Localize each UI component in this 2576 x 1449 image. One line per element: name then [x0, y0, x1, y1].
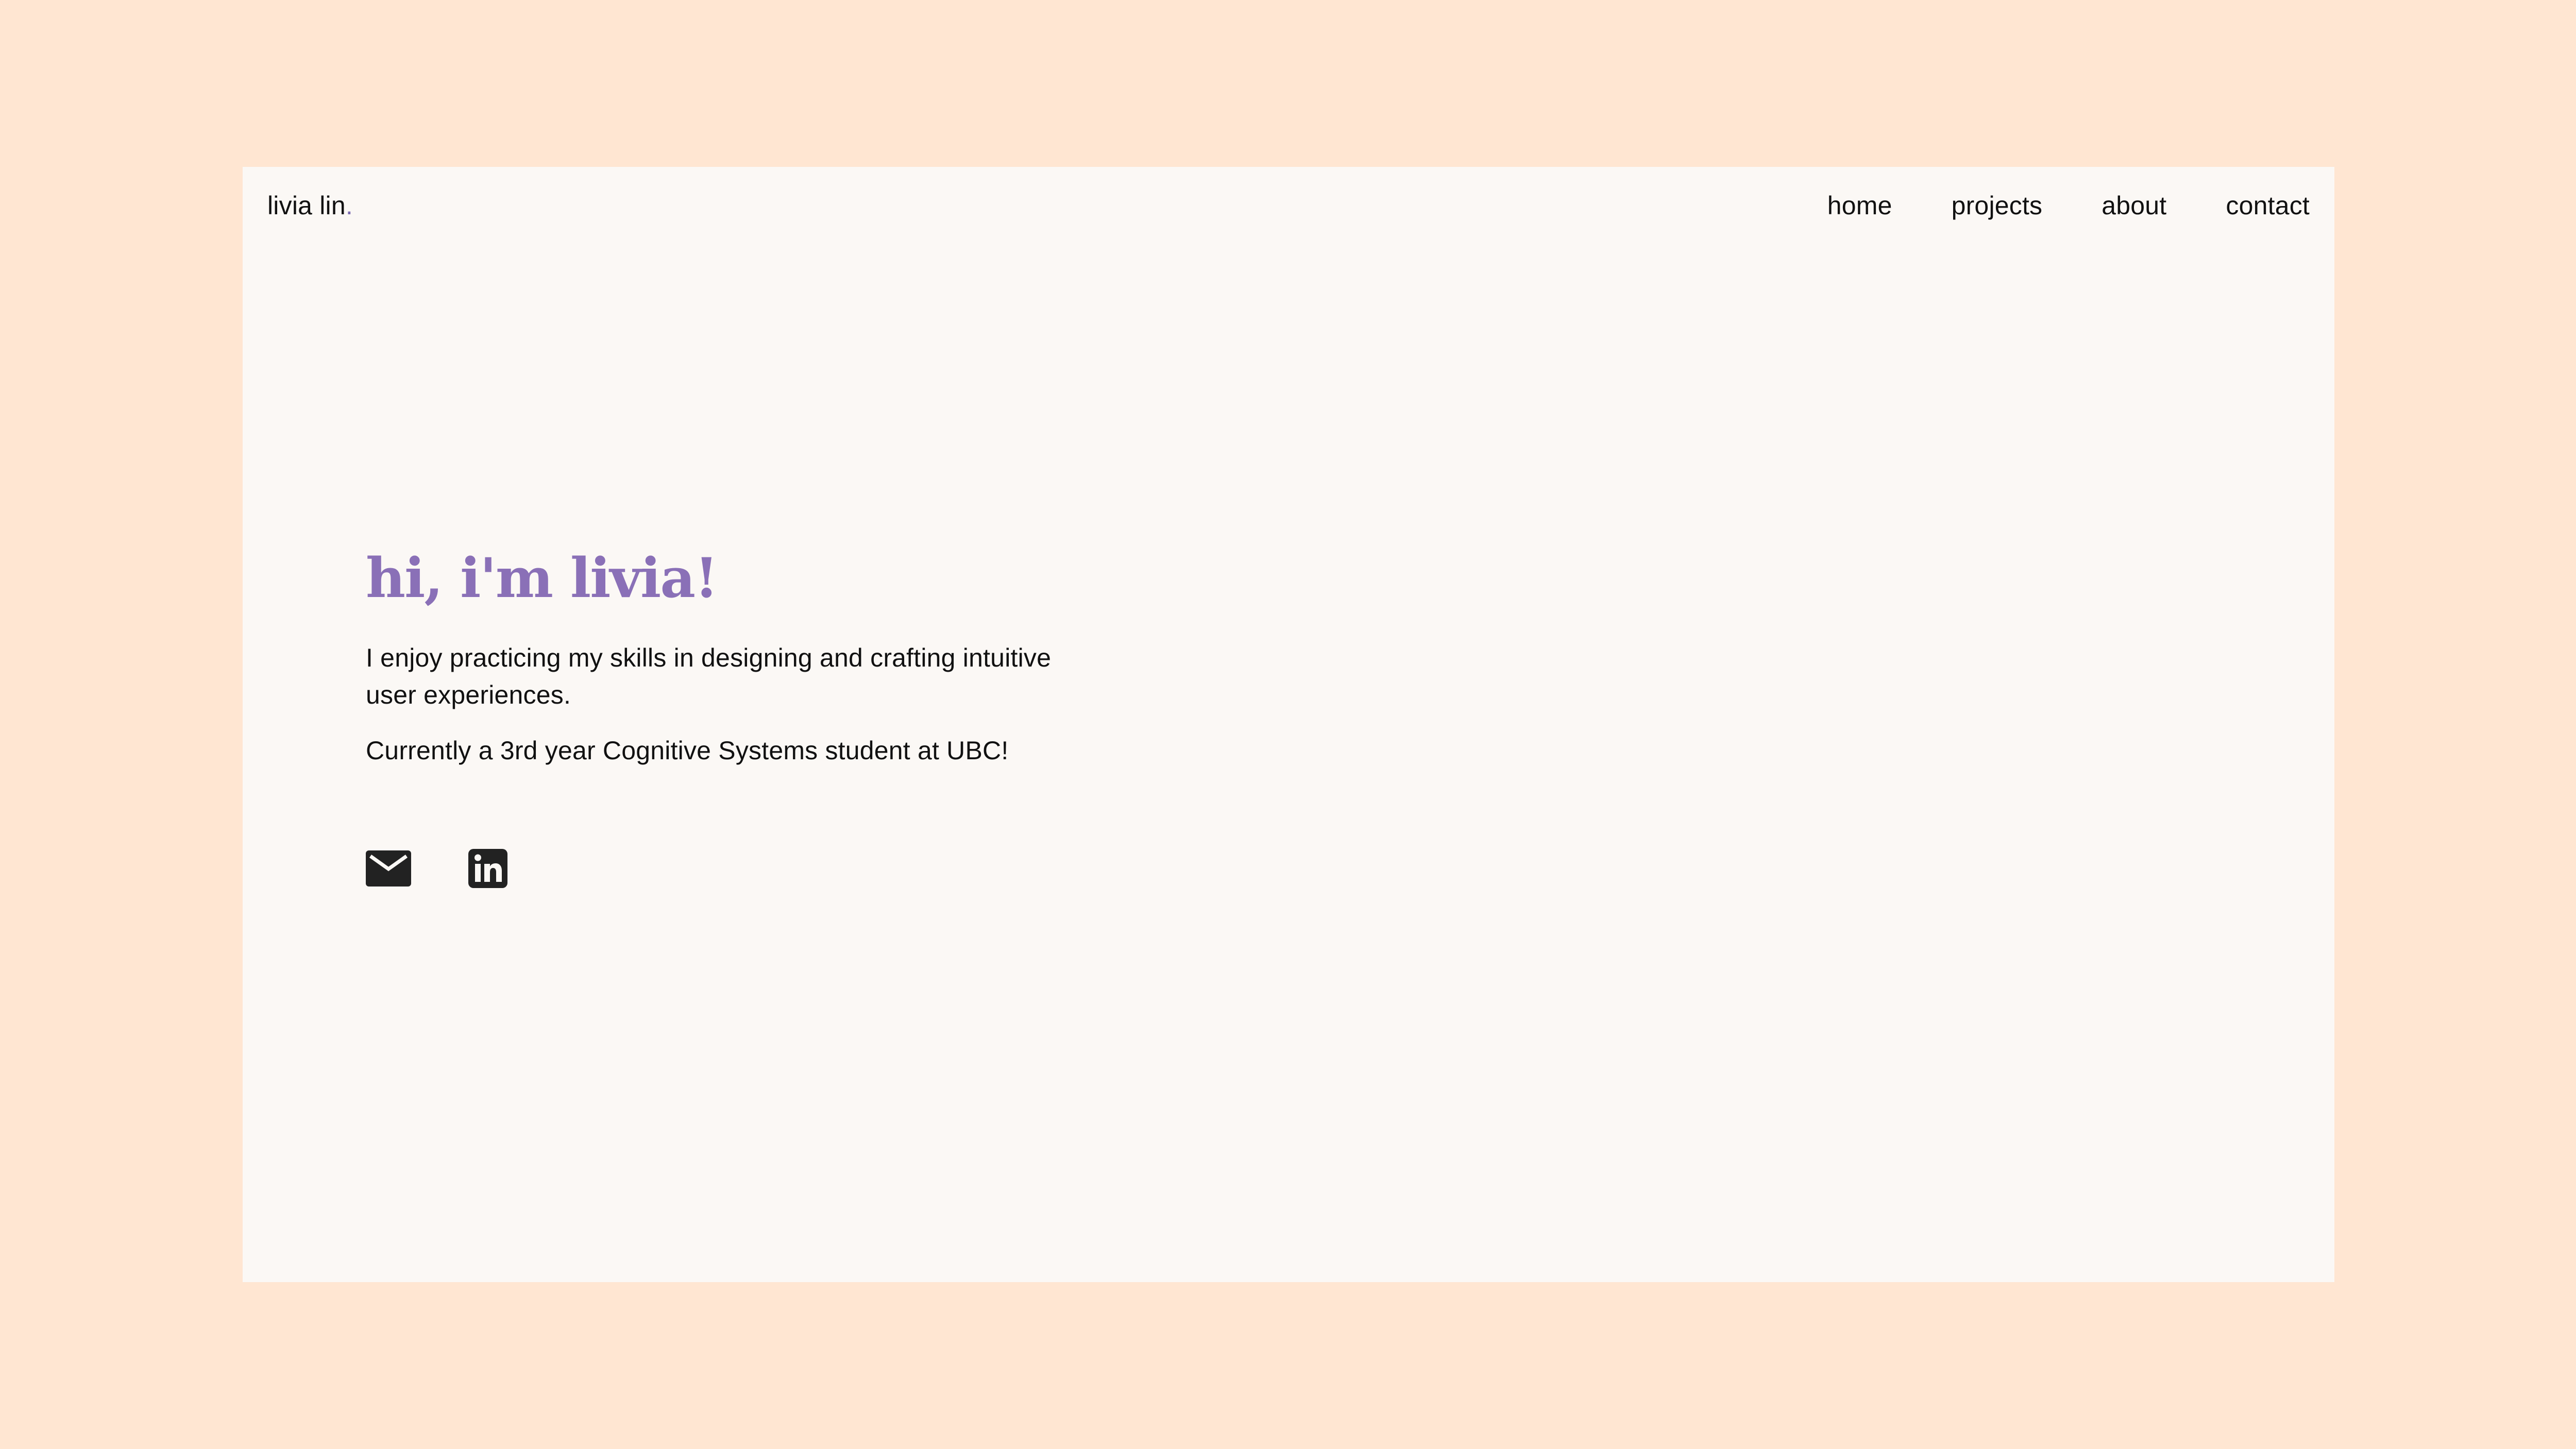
- brand-logo[interactable]: livia lin.: [267, 193, 353, 218]
- linkedin-link[interactable]: [465, 846, 511, 891]
- hero-section: hi, i'm livia! I enjoy practicing my ski…: [366, 548, 1128, 769]
- nav-item-about[interactable]: about: [2102, 193, 2166, 218]
- mail-icon: [366, 850, 411, 887]
- brand-name: livia lin: [267, 191, 346, 220]
- hero-intro-text: I enjoy practicing my skills in designin…: [366, 643, 1052, 709]
- nav-item-projects[interactable]: projects: [1952, 193, 2043, 218]
- social-links: [366, 846, 511, 891]
- nav-item-home[interactable]: home: [1827, 193, 1892, 218]
- top-nav: home projects about contact: [1827, 193, 2310, 218]
- portfolio-window: livia lin. home projects about contact h…: [243, 167, 2334, 1282]
- email-link[interactable]: [366, 846, 411, 891]
- brand-dot: .: [345, 191, 353, 220]
- hero-status-text: Currently a 3rd year Cognitive Systems s…: [366, 736, 1009, 765]
- linkedin-icon: [468, 849, 507, 888]
- nav-item-contact[interactable]: contact: [2226, 193, 2310, 218]
- hero-heading: hi, i'm livia!: [366, 545, 719, 610]
